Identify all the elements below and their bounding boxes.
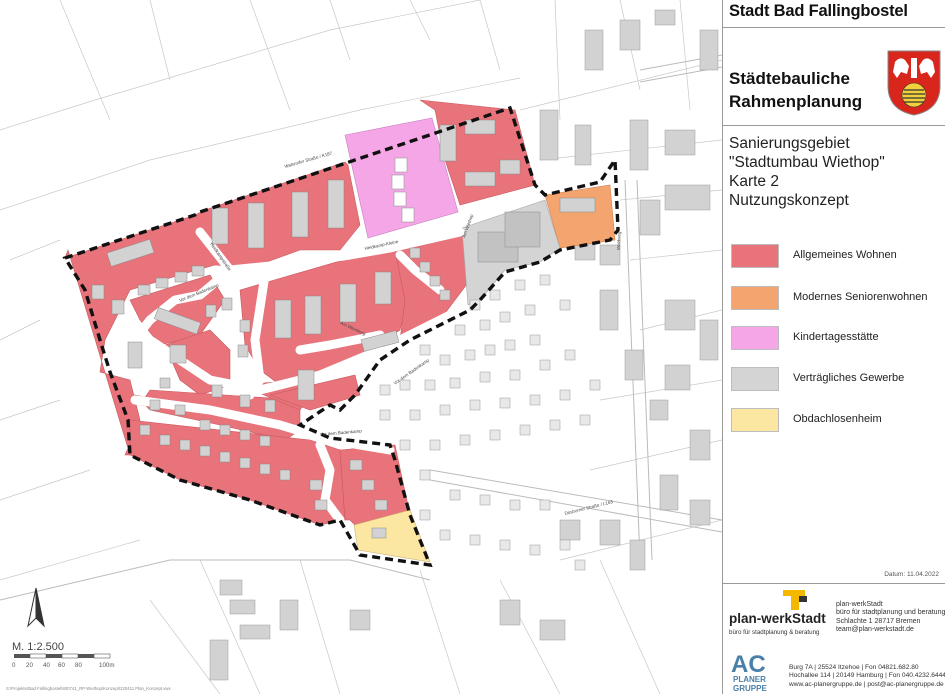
scale-label: M. 1:2.500 [12, 641, 64, 653]
legend-panel: Stadt Bad Fallingbostel Städtebauliche R… [722, 0, 945, 694]
info-line: www.ac-planergruppe.de | post@ac-planerg… [789, 680, 944, 688]
map-subtitle: Sanierungsgebiet "Stadtumbau Wiethop" Ka… [729, 134, 885, 210]
legend-label: Allgemeines Wohnen [793, 249, 897, 261]
plan-title: Städtebauliche Rahmenplanung [729, 67, 879, 113]
legend-item-gewerbe: Verträgliches Gewerbe [731, 367, 941, 391]
legend-label: Obdachlosenheim [793, 413, 882, 425]
scale-tick-3: 60 [58, 662, 65, 669]
legend-label: Modernes Seniorenwohnen [793, 291, 928, 303]
planwerkstadt-logo-text: plan-werkStadt [729, 611, 826, 626]
legend-item-allgemeines-wohnen: Allgemeines Wohnen [731, 244, 941, 268]
plan-title-line2: Rahmenplanung [729, 92, 863, 111]
scale-bar [14, 653, 111, 659]
street-label-vor-dem-badenkamp-2: Vor dem Badenkamp [320, 428, 363, 437]
acplaner-info: Burg 7A | 25524 Itzehoe | Fon 04821.682.… [789, 664, 945, 689]
divider [723, 583, 945, 584]
subtitle-line2: "Stadtumbau Wiethop" [729, 154, 885, 171]
subtitle-line3: Karte 2 [729, 173, 779, 190]
plan-title-line1: Städtebauliche [729, 69, 850, 88]
coat-of-arms-icon [887, 50, 941, 116]
divider [723, 27, 945, 28]
legend-item-seniorenwohnen: Modernes Seniorenwohnen [731, 286, 941, 310]
plan-date: Datum: 11.04.2022 [884, 571, 939, 578]
ac-logo-sub1: PLANER [733, 675, 766, 684]
scale-tick-0: 0 [12, 662, 16, 669]
info-line: team@plan-werkstadt.de [836, 626, 914, 634]
scale-tick-2: 40 [43, 662, 50, 669]
ac-logo-sub2: GRUPPE [733, 684, 767, 692]
planwerkstadt-logo-sub: büro für stadtplanung & beratung [729, 629, 820, 636]
scale-tick-1: 20 [26, 662, 33, 669]
street-label-dusterner: Düshorner Straße / L163 [564, 499, 614, 516]
info-line: Burg 7A | 25524 Itzehoe | Fon 04821.682.… [789, 664, 919, 671]
info-line: plan-werkStadt [836, 601, 883, 608]
map-area[interactable]: Walsroder Straße / K187 Heidkampstraße V… [0, 0, 722, 694]
street-label-waldweg: Waldweg [616, 231, 622, 250]
info-line: büro für stadtplanung und beratung [836, 609, 945, 617]
subtitle-line1: Sanierungsgebiet [729, 135, 850, 152]
legend-swatch-residential [731, 244, 779, 268]
info-line: Hochallee 114 | 20149 Hamburg | Fon 040.… [789, 672, 945, 680]
divider [723, 125, 945, 126]
planwerkstadt-info: plan-werkStadt büro für stadtplanung und… [836, 601, 945, 635]
city-title: Stadt Bad Fallingbostel [729, 2, 908, 20]
ac-planergruppe-logo: AC PLANER GRUPPE [731, 651, 767, 692]
legend-swatch-shelter [731, 408, 779, 432]
subtitle-line4: Nutzungskonzept [729, 192, 849, 209]
planwerkstadt-logo: plan-werkStadt büro für stadtplanung & b… [729, 590, 826, 636]
street-label-walsroder: Walsroder Straße / K187 [284, 150, 333, 169]
legend-swatch-senior [731, 286, 779, 310]
scale-tick-5: 100m [99, 662, 114, 669]
file-path: S:\Projekte\Bad Fallingbostel\800741_RP … [6, 686, 171, 691]
legend-swatch-commercial [731, 367, 779, 391]
legend-label: Kindertagesstätte [793, 331, 879, 343]
legend-item-obdachlosenheim: Obdachlosenheim [731, 408, 941, 432]
scale-tick-4: 80 [75, 662, 82, 669]
north-arrow-icon [27, 587, 45, 628]
legend-label: Verträgliches Gewerbe [793, 372, 905, 384]
info-line: Schlachte 1 28717 Bremen [836, 617, 921, 625]
legend-swatch-kita [731, 326, 779, 350]
legend-item-kindertagesstaette: Kindertagesstätte [731, 326, 941, 350]
ac-logo-text: AC [731, 651, 766, 678]
